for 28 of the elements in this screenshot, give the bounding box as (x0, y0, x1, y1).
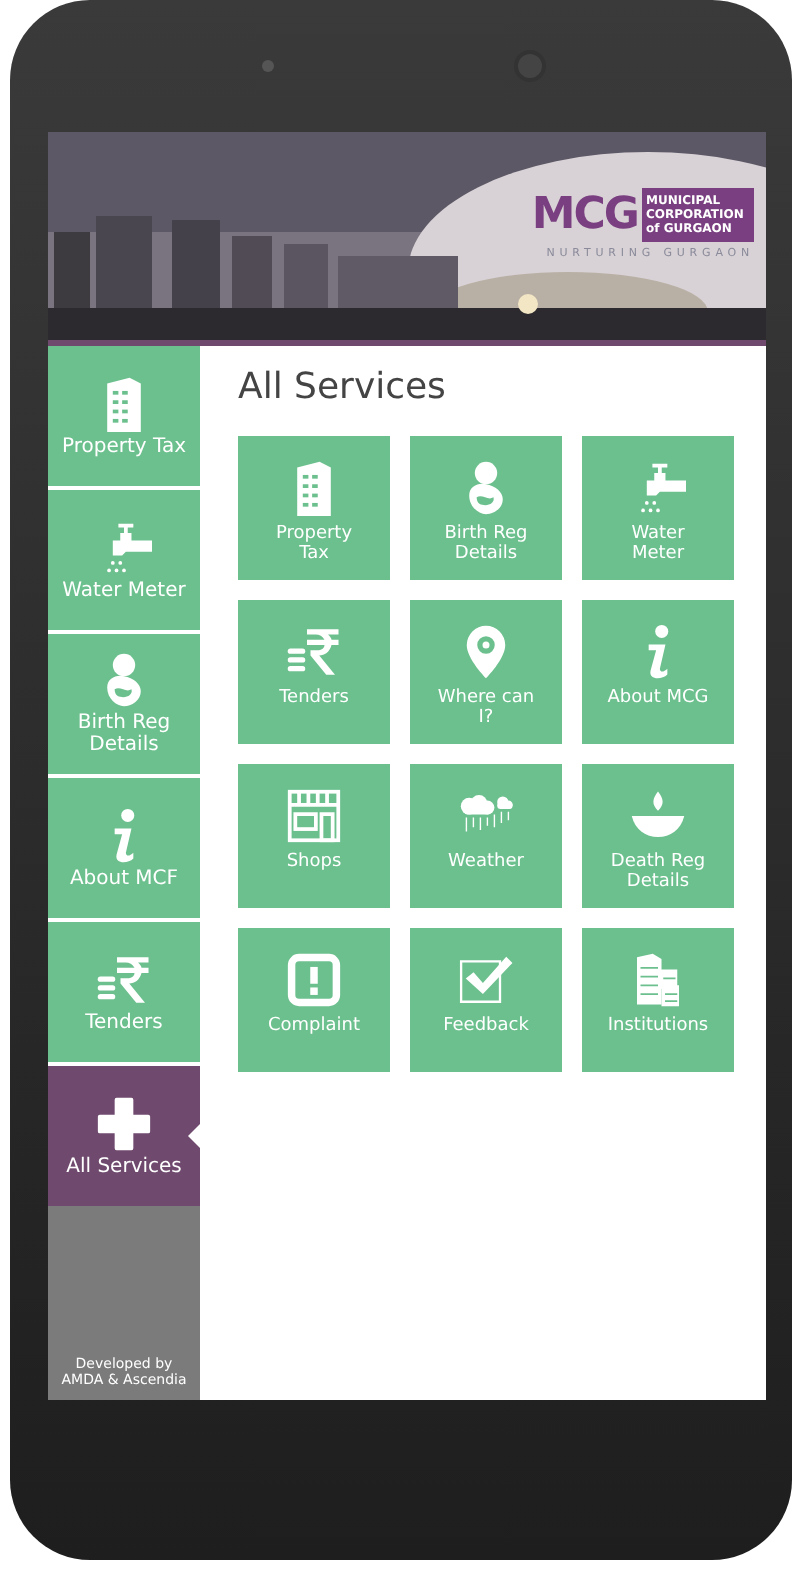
camera-icon (261, 60, 273, 72)
sidebar-item[interactable]: Property Tax (48, 346, 200, 486)
service-tile[interactable]: Property Tax (238, 436, 390, 580)
plus-icon (96, 1095, 152, 1151)
service-tile[interactable]: Weather (410, 764, 562, 908)
sidebar-item[interactable]: About MCF (48, 778, 200, 918)
service-tile[interactable]: Birth Reg Details (410, 436, 562, 580)
logo-text: MCG (531, 190, 638, 240)
service-tile[interactable]: Shops (238, 764, 390, 908)
service-tile[interactable]: Complaint (238, 928, 390, 1072)
service-tile[interactable]: Feedback (410, 928, 562, 1072)
sidebar-item[interactable]: Water Meter (48, 490, 200, 630)
service-tile[interactable]: Death Reg Details (582, 764, 734, 908)
sidebar-item[interactable]: Birth Reg Details (48, 634, 200, 774)
service-tile[interactable]: Tenders (238, 600, 390, 744)
page-title: All Services (238, 366, 448, 408)
sidebar-item[interactable]: All Services (48, 1066, 200, 1206)
rupee-icon (286, 624, 342, 680)
sidebar-item[interactable]: Tenders (48, 922, 200, 1062)
checkbox-icon (458, 952, 514, 1008)
shop-icon (286, 788, 342, 844)
rupee-icon (96, 951, 152, 1007)
service-tile[interactable]: Institutions (582, 928, 734, 1072)
exclamation-icon (286, 952, 342, 1008)
pointer-icon (188, 1124, 200, 1148)
service-tile[interactable]: Water Meter (582, 436, 734, 580)
service-tile[interactable]: Where can I? (410, 600, 562, 744)
service-tile[interactable]: About MCG (582, 600, 734, 744)
